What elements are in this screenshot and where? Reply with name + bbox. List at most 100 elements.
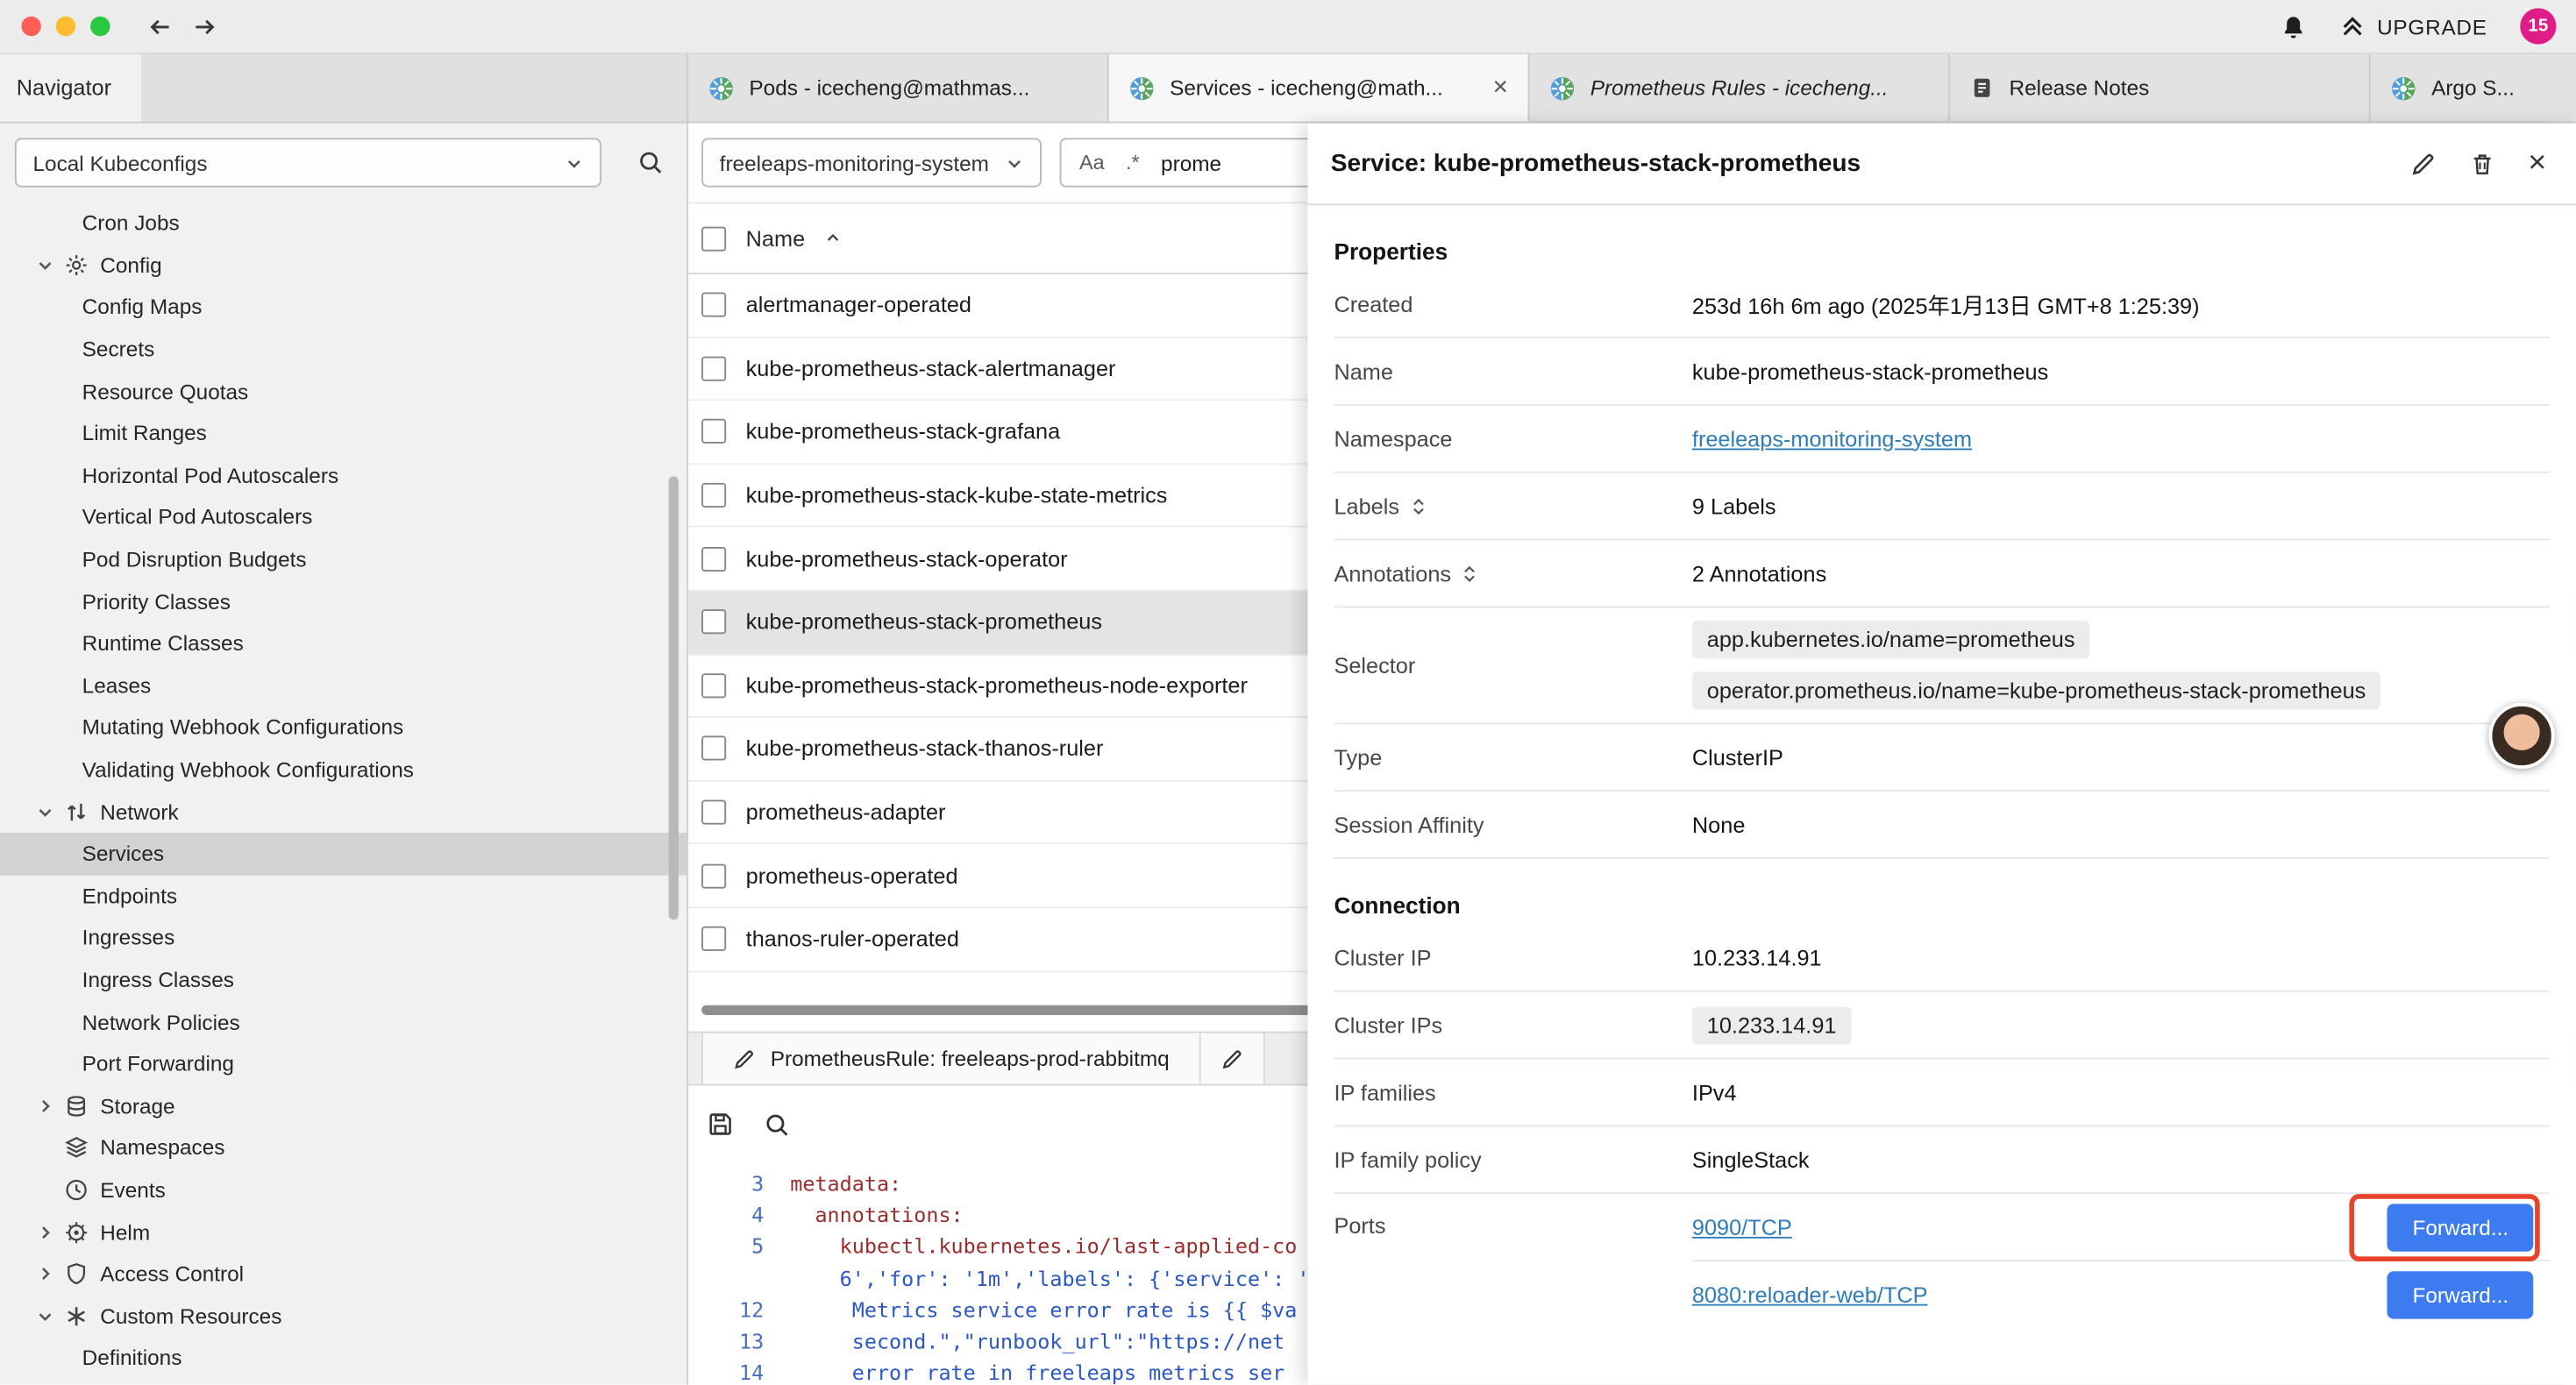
sidebar-item-definitions[interactable]: Definitions (0, 1337, 687, 1379)
sidebar-scrollbar[interactable] (669, 476, 679, 920)
window-close-button[interactable] (21, 17, 40, 36)
user-avatar[interactable] (2489, 703, 2555, 769)
sidebar-item-validating-webhook-configurations[interactable]: Validating Webhook Configurations (0, 749, 687, 791)
select-all-checkbox[interactable] (701, 226, 726, 251)
sidebar-item-network[interactable]: Network (0, 791, 687, 833)
namespace-selector[interactable]: freeleaps-monitoring-system (701, 138, 1042, 187)
row-checkbox[interactable] (701, 356, 726, 380)
tab-release-notes[interactable]: Release Notes (1950, 54, 2371, 122)
row-checkbox[interactable] (701, 610, 726, 635)
window-minimize-button[interactable] (56, 17, 75, 36)
chevron-down-icon (566, 153, 584, 172)
detail-value: kube-prometheus-stack-prometheus (1692, 359, 2048, 383)
row-checkbox[interactable] (701, 483, 726, 508)
port-link[interactable]: 8080:reloader-web/TCP (1692, 1282, 1928, 1306)
notification-count-badge[interactable]: 15 (2520, 8, 2556, 44)
close-icon[interactable]: × (2528, 146, 2546, 181)
back-arrow-icon[interactable] (146, 12, 174, 40)
detail-label: Namespace (1334, 426, 1691, 451)
chevron-right-icon[interactable] (36, 1097, 62, 1115)
regex-toggle[interactable]: .* (1126, 151, 1140, 174)
sidebar-item-access-control[interactable]: Access Control (0, 1253, 687, 1295)
column-header-name[interactable]: Name (746, 226, 805, 251)
sidebar-item-config-maps[interactable]: Config Maps (0, 286, 687, 328)
sidebar-item-resource-quotas[interactable]: Resource Quotas (0, 370, 687, 412)
forward-button[interactable]: Forward... (2387, 1203, 2533, 1250)
sidebar-item-events[interactable]: Events (0, 1168, 687, 1211)
match-case-toggle[interactable]: Aa (1079, 151, 1105, 174)
tab-prometheus-rules-icecheng[interactable]: Prometheus Rules - icecheng... (1529, 54, 1950, 122)
detail-value-text: kube-prometheus-stack-prometheus (1692, 359, 2048, 383)
detail-label-text: Created (1334, 292, 1413, 316)
sidebar-item-label: Custom Resources (100, 1303, 281, 1328)
sidebar-item-config[interactable]: Config (0, 244, 687, 286)
sidebar-item-vertical-pod-autoscalers[interactable]: Vertical Pod Autoscalers (0, 496, 687, 538)
sidebar-item-network-policies[interactable]: Network Policies (0, 1001, 687, 1043)
sidebar-item-storage[interactable]: Storage (0, 1085, 687, 1127)
sidebar-item-ingresses[interactable]: Ingresses (0, 917, 687, 959)
detail-value-text: 2 Annotations (1692, 561, 1826, 586)
sidebar-item-ingress-classes[interactable]: Ingress Classes (0, 959, 687, 1001)
row-checkbox[interactable] (701, 293, 726, 317)
kubeconfig-selector[interactable]: Local Kubeconfigs (15, 138, 601, 187)
detail-label: Created (1334, 292, 1691, 316)
sidebar-item-horizontal-pod-autoscalers[interactable]: Horizontal Pod Autoscalers (0, 454, 687, 496)
traffic-lights (21, 17, 110, 36)
notifications-bell-icon[interactable] (2281, 12, 2307, 40)
edit-pencil-icon[interactable] (2410, 150, 2437, 176)
forward-button[interactable]: Forward... (2387, 1270, 2533, 1318)
sidebar-item-mutating-webhook-configurations[interactable]: Mutating Webhook Configurations (0, 707, 687, 749)
sidebar-search-icon[interactable] (637, 150, 664, 176)
row-checkbox[interactable] (701, 927, 726, 951)
sidebar-item-priority-classes[interactable]: Priority Classes (0, 580, 687, 622)
sidebar-item-cron-jobs[interactable]: Cron Jobs (0, 202, 687, 244)
save-icon[interactable] (707, 1111, 735, 1139)
asterisk-icon (62, 1303, 89, 1328)
sidebar-item-secrets[interactable]: Secrets (0, 328, 687, 370)
sort-ascending-icon[interactable] (825, 230, 842, 246)
close-icon[interactable]: × (1493, 75, 1509, 101)
row-checkbox[interactable] (701, 800, 726, 825)
dock-tab-hidden[interactable] (1200, 1033, 1264, 1084)
drawer-title: Service: kube-prometheus-stack-prometheu… (1331, 150, 2377, 178)
sidebar-item-limit-ranges[interactable]: Limit Ranges (0, 412, 687, 454)
window-zoom-button[interactable] (90, 17, 110, 36)
sidebar-item-services[interactable]: Services (0, 833, 687, 875)
expander-icon[interactable] (1411, 495, 1426, 516)
sidebar-item-runtime-classes[interactable]: Runtime Classes (0, 622, 687, 664)
sidebar-item-custom-resources[interactable]: Custom Resources (0, 1295, 687, 1337)
sidebar-item-label: Endpoints (82, 884, 177, 908)
tab-argo-s[interactable]: Argo S... (2371, 54, 2576, 122)
chevron-down-icon[interactable] (36, 256, 62, 274)
expander-icon[interactable] (1462, 563, 1477, 584)
port-link[interactable]: 9090/TCP (1692, 1215, 1792, 1239)
sidebar-item-leases[interactable]: Leases (0, 664, 687, 707)
row-checkbox[interactable] (701, 736, 726, 761)
sidebar-item-endpoints[interactable]: Endpoints (0, 875, 687, 917)
sidebar-item-namespaces[interactable]: Namespaces (0, 1126, 687, 1168)
row-checkbox[interactable] (701, 863, 726, 888)
detail-value-link[interactable]: freeleaps-monitoring-system (1692, 426, 1972, 451)
chevron-down-icon[interactable] (36, 803, 62, 821)
forward-arrow-icon[interactable] (190, 12, 218, 40)
drawer-body: PropertiesCreated253d 16h 6m ago (2025年1… (1307, 205, 2575, 1384)
sidebar-item-pod-disruption-budgets[interactable]: Pod Disruption Budgets (0, 538, 687, 580)
chevron-right-icon[interactable] (36, 1265, 62, 1283)
forward-button-wrap: Forward... (2387, 1270, 2533, 1318)
sidebar-item-helm[interactable]: Helm (0, 1211, 687, 1253)
editor-search-icon[interactable] (764, 1112, 790, 1138)
port-line: 9090/TCP Forward... (1692, 1194, 2550, 1260)
row-checkbox[interactable] (701, 420, 726, 444)
chevron-down-icon[interactable] (36, 1307, 62, 1325)
trash-icon[interactable] (2469, 150, 2495, 176)
chevron-right-icon[interactable] (36, 1223, 62, 1241)
row-checkbox[interactable] (701, 546, 726, 571)
row-checkbox[interactable] (701, 673, 726, 698)
upgrade-button[interactable]: UPGRADE (2339, 13, 2487, 39)
tab-pods-icecheng-mathmas[interactable]: Pods - icecheng@mathmas... (688, 54, 1109, 122)
tab-services-icecheng-math[interactable]: Services - icecheng@math...× (1109, 54, 1530, 122)
detail-value: 9 Labels (1692, 494, 1776, 518)
sidebar-item-port-forwarding[interactable]: Port Forwarding (0, 1043, 687, 1085)
sidebar-item-label: Access Control (100, 1261, 244, 1286)
dock-tab-prometheusrule[interactable]: PrometheusRule: freeleaps-prod-rabbitmq (701, 1033, 1200, 1084)
